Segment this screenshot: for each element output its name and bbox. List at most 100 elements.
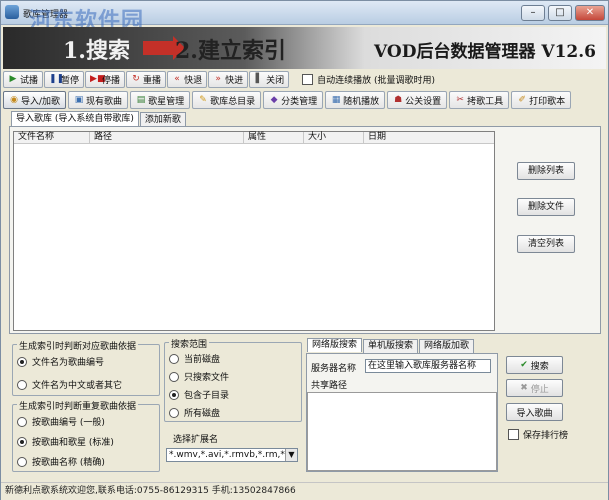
tab-standalone-search[interactable]: 单机版搜索 [363,339,419,353]
product-title: VOD后台数据管理器 V12.6 [374,42,596,62]
column-filename[interactable]: 文件名称 [14,132,90,143]
import-panel: 文件名称 路径 属性 大小 日期 删除列表 删除文件 清空列表 [9,126,601,334]
radio-button[interactable] [169,371,179,382]
radio-button[interactable] [169,389,179,400]
radio-button[interactable] [169,353,179,364]
tab-catalog[interactable]: ✎ 歌库总目录 [192,91,262,109]
tab-tools[interactable]: ✂ 拷歌工具 [449,91,510,109]
radio-button[interactable] [17,356,27,367]
tab-category[interactable]: ◆ 分类管理 [263,91,324,109]
radio-button[interactable] [169,407,179,418]
search-scope-title: 搜索范围 [169,337,210,350]
x-icon: ✖ [520,383,528,393]
dup-option-song-singer[interactable]: 按歌曲和歌星 (标准) [17,435,114,448]
song-icon: ▣ [74,95,84,105]
tab-import-library[interactable]: 导入歌库 (导入系统自带歌库) [11,111,139,127]
pause-icon: ❚❚ [49,74,65,84]
tab-settings[interactable]: ☗ 公关设置 [387,91,448,109]
share-path-box[interactable] [307,392,497,471]
category-icon: ◆ [270,95,278,105]
maximize-button[interactable]: □ [548,5,572,21]
delete-list-button[interactable]: 删除列表 [517,162,575,180]
duplicate-group: 生成索引时判断重复歌曲依据 按歌曲编号 (一般) 按歌曲和歌星 (标准) 按歌曲… [12,399,160,472]
stop-search-button[interactable]: ✖ 停止 [506,379,563,397]
import-icon: ◉ [10,95,18,105]
print-icon: ✐ [518,95,526,105]
title-bar: 歌库管理器 河东软件园 – □ ✕ [1,1,608,34]
radio-button[interactable] [17,416,27,427]
status-bar: 新德利点歌系统欢迎您,联系电话:0755-86129315 手机:1350284… [1,482,608,500]
app-icon [5,5,19,19]
save-rank-checkbox[interactable] [508,429,519,440]
play-button[interactable]: ▶ 试播 [3,70,44,88]
column-attributes[interactable]: 属性 [244,132,304,143]
scope-current-disk[interactable]: 当前磁盘 [169,352,220,365]
replay-button[interactable]: ↻ 重播 [126,70,167,88]
catalog-icon: ✎ [199,95,207,105]
scope-files-only[interactable]: 只搜索文件 [169,370,229,383]
network-search-panel: 服务器名称 在这里输入歌库服务器名称 共享路径 [306,353,498,472]
minimize-button[interactable]: – [521,5,545,21]
server-name-label: 服务器名称 [311,364,357,374]
auto-play-checkbox[interactable] [302,73,314,85]
tab-random[interactable]: ▦ 随机播放 [325,91,386,109]
radio-button[interactable] [17,436,27,447]
pause-button[interactable]: ❚❚ 暂停 [44,70,85,88]
file-list-header: 文件名称 路径 属性 大小 日期 [14,132,494,144]
random-icon: ▦ [331,95,341,105]
replay-icon: ↻ [132,74,140,84]
play-icon: ▶ [9,74,17,84]
close-button[interactable]: ▌ 关闭 [249,70,290,88]
scope-subdirectories[interactable]: 包含子目录 [169,388,229,401]
stop-button[interactable]: ▶■ 停播 [85,70,126,88]
forward-button[interactable]: » 快进 [208,70,249,88]
tools-icon: ✂ [456,95,464,105]
check-icon: ✔ [520,360,528,370]
search-button[interactable]: ✔ 搜索 [506,356,563,374]
auto-play-label: 自动连续播放 (批量调歌时用) [317,75,435,86]
clear-list-button[interactable]: 清空列表 [517,235,575,253]
scope-all-disks[interactable]: 所有磁盘 [169,406,220,419]
auto-play-option[interactable]: 自动连续播放 (批量调歌时用) [302,73,435,86]
tab-add-songs[interactable]: 添加新歌 [139,112,186,127]
dup-option-number[interactable]: 按歌曲编号 (一般) [17,415,105,428]
duplicate-group-title: 生成索引时判断重复歌曲依据 [17,399,139,412]
dup-option-name[interactable]: 按歌曲名称 (精确) [17,455,105,468]
rewind-button[interactable]: «快退 [167,70,208,88]
tab-network-search[interactable]: 网络版搜索 [307,338,363,352]
tab-songs[interactable]: ▣ 现有歌曲 [68,91,129,109]
column-path[interactable]: 路径 [90,132,244,143]
delete-file-button[interactable]: 删除文件 [517,198,575,216]
banner-step1: 1.搜索 [63,38,130,64]
sub-tabs: 导入歌库 (导入系统自带歌库) 添加新歌 [11,111,187,127]
network-tabs: 网络版搜索 单机版搜索 网络版加歌 [307,338,475,353]
close-icon: ▌ [255,74,263,84]
radio-button[interactable] [17,456,27,467]
server-name-input[interactable]: 在这里输入歌库服务器名称 [365,359,491,373]
main-tabs: ◉ 导入/加歌 ▣ 现有歌曲 ▤ 歌星管理 ✎ 歌库总目录 ◆ 分类管理 ▦ 随机播放 ☗ 公… [3,91,573,109]
tab-singers[interactable]: ▤ 歌星管理 [130,91,191,109]
banner: 1.搜索 2.建立索引 VOD后台数据管理器 V12.6 [3,27,606,69]
column-date[interactable]: 日期 [364,132,494,143]
rewind-icon: « [174,74,180,84]
chevron-down-icon[interactable]: ▼ [285,449,297,461]
save-rank-option[interactable]: 保存排行榜 [508,428,568,441]
match-option-name[interactable]: 文件名为中文或者其它 [17,378,122,391]
extension-select[interactable]: *.wmv,*.avi,*.rmvb,*.rm,*. ▼ [166,448,298,462]
import-songs-button[interactable]: 导入歌曲 [506,403,563,421]
tab-import[interactable]: ◉ 导入/加歌 [3,91,67,109]
match-group-title: 生成索引时判断对应歌曲依据 [17,339,139,352]
settings-icon: ☗ [394,95,403,105]
save-rank-label: 保存排行榜 [523,431,569,441]
tab-print[interactable]: ✐ 打印歌本 [511,91,572,109]
share-path-label: 共享路径 [311,381,348,391]
match-option-number[interactable]: 文件名为歌曲编号 [17,355,104,368]
banner-step2: 2.建立索引 [175,38,286,64]
playback-toolbar: ▶ 试播 ❚❚ 暂停 ▶■ 停播 ↻ 重播 «快退 » 快进 ▌ 关闭 自动连续播放 (批量… [3,70,435,88]
file-list[interactable]: 文件名称 路径 属性 大小 日期 [13,131,495,331]
column-size[interactable]: 大小 [304,132,364,143]
extension-label: 选择扩展名 [173,435,219,445]
radio-button[interactable] [17,379,27,390]
tab-network-add[interactable]: 网络版加歌 [419,339,475,353]
close-window-button[interactable]: ✕ [575,5,605,21]
